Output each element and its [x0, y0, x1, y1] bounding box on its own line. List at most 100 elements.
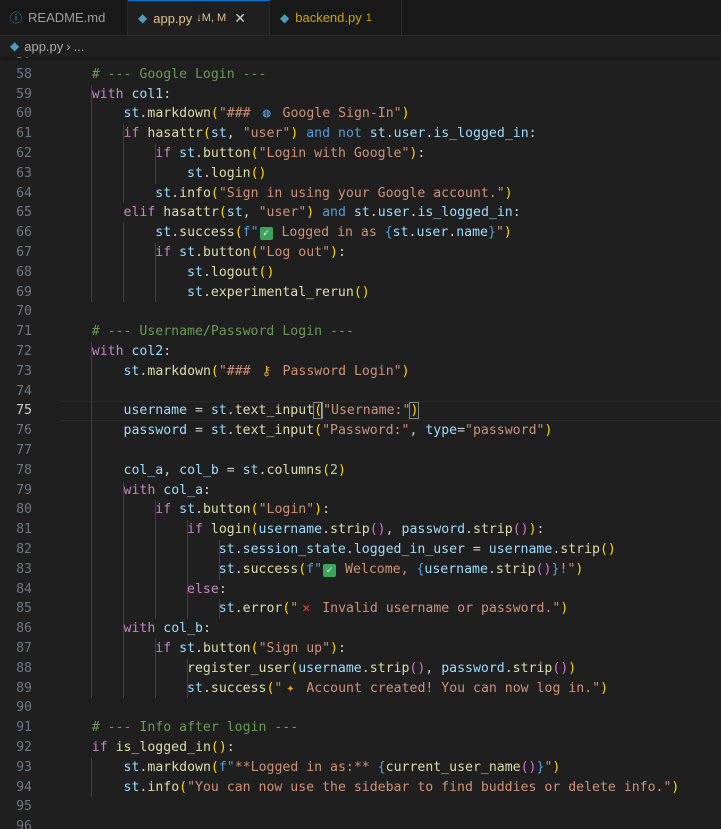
code-token: ) [330, 245, 338, 260]
code-token: . [195, 146, 203, 161]
code-token: hasattr [163, 205, 219, 221]
line-number: 90 [16, 700, 32, 716]
code-line[interactable]: 90 [0, 698, 721, 718]
code-token: "Username:" [323, 403, 411, 419]
code-line[interactable]: 81 if login(username.strip(), password.s… [0, 520, 721, 540]
code-token: button [202, 146, 251, 161]
code-token: { [384, 225, 393, 241]
code-line[interactable]: 75 username = st.text_input("Username:") [0, 401, 721, 422]
code-line[interactable]: 85 st.error(" ✕ Invalid username or passw… [0, 599, 721, 619]
line-code: username = st.text_input("Username:") [60, 401, 420, 421]
code-line[interactable]: 71 # --- Username/Password Login --- [0, 322, 721, 342]
code-line[interactable]: 82 st.session_state.logged_in_user = use… [0, 540, 721, 560]
check-emoji: ✓ [323, 563, 337, 577]
code-line[interactable]: 78 col_a, col_b = st.columns(2) [0, 461, 721, 481]
code-token: register_user [187, 660, 291, 676]
code-token: st [218, 542, 235, 557]
code-line[interactable]: 63 st.login() [0, 164, 721, 184]
code-line[interactable]: 86 with col_b: [0, 619, 721, 639]
code-line[interactable]: 62 if st.button("Login with Google"): [0, 144, 721, 164]
code-line[interactable]: 76 password = st.text_input("Password:",… [0, 421, 721, 441]
code-line[interactable]: 65 elif hasattr(st, "user") and st.user.… [0, 203, 721, 223]
code-line[interactable]: 83 st.success(f" ✓ Welcome, {username.str… [0, 560, 721, 580]
code-token: login [210, 522, 251, 538]
line-code: elif hasattr(st, "user") and st.user.is_… [60, 203, 521, 223]
line-number: 77 [16, 443, 32, 458]
code-line[interactable]: 80 if st.button("Login"): [0, 500, 721, 520]
code-token: # --- Username/Password Login --- [91, 324, 354, 340]
code-line[interactable]: 88 register_user(username.strip(), passw… [0, 659, 721, 679]
code-line[interactable]: 93 st.markdown(f"**Logged in as:** {curr… [0, 758, 721, 778]
code-line[interactable]: 91 # --- Info after login --- [0, 718, 721, 738]
code-token: () [409, 660, 426, 676]
code-line[interactable]: 89 st.success(" ✦ Account created! You ca… [0, 679, 721, 699]
breadcrumb-file[interactable]: app.py [24, 39, 63, 54]
code-line[interactable]: 61 if hasattr(st, "user") and not st.use… [0, 124, 721, 144]
code-token: . [202, 165, 211, 181]
code-token: st [392, 225, 409, 241]
line-number: 88 [16, 660, 32, 676]
code-token: "Sign up" [258, 641, 331, 656]
code-token: "Log out" [258, 245, 331, 260]
code-token: Google Sign-In" [274, 106, 402, 122]
code-line[interactable]: 57 [0, 57, 721, 65]
tab-backend-py[interactable]: ◆ backend.py 1 [270, 0, 402, 35]
code-line[interactable]: 74 [0, 382, 721, 402]
info-icon: ⓘ [10, 11, 23, 25]
code-token: = [187, 423, 211, 439]
indent-guide [218, 540, 220, 580]
code-line[interactable]: 73 st.markdown("### ⚷ Password Login") [0, 362, 721, 382]
code-token: login [210, 165, 251, 181]
code-line[interactable]: 95 [0, 797, 721, 817]
code-line[interactable]: 67 if st.button("Log out"): [0, 243, 721, 263]
code-line[interactable]: 70 [0, 302, 721, 322]
code-token: f" [218, 759, 235, 775]
code-token: st [179, 245, 196, 260]
code-line[interactable]: 66 st.success(f" ✓ Logged in as {st.user.… [0, 223, 721, 243]
code-token: . [369, 205, 378, 221]
python-file-icon: ◆ [280, 10, 290, 25]
code-line[interactable]: 60 st.markdown("### ◍ Google Sign-In") [0, 104, 721, 124]
code-token: if [155, 641, 172, 656]
code-token: col_b [179, 462, 219, 478]
cross-emoji: ✕ [302, 601, 311, 617]
close-icon[interactable]: ✕ [234, 10, 246, 27]
code-line[interactable]: 92 if is_logged_in(): [0, 738, 721, 758]
code-line[interactable]: 96 [0, 817, 721, 829]
breadcrumb: ◆ app.py › ... [0, 35, 721, 57]
line-number: 67 [16, 245, 32, 260]
code-token: 2 [330, 462, 338, 478]
code-token: if [155, 502, 172, 518]
tab-readme[interactable]: ⓘ README.md [0, 0, 128, 35]
breadcrumb-symbol[interactable]: ... [74, 39, 85, 54]
code-line[interactable]: 94 st.info("You can now use the sidebar … [0, 778, 721, 798]
line-number: 95 [16, 799, 32, 815]
code-line[interactable]: 64 st.info("Sign in using your Google ac… [0, 184, 721, 204]
line-number: 68 [16, 264, 32, 280]
code-token: st [353, 205, 370, 221]
code-line[interactable]: 69 st.experimental_rerun() [0, 283, 721, 303]
line-code: if st.button("Login with Google"): [60, 144, 425, 164]
code-line[interactable]: 58 # --- Google Login --- [0, 65, 721, 85]
code-token: user [416, 225, 449, 241]
code-token: password [401, 522, 466, 538]
code-editor[interactable]: 5758 # --- Google Login ---59 with col1:… [0, 57, 721, 829]
code-line[interactable]: 68 st.logout() [0, 263, 721, 283]
tab-app-py[interactable]: ◆ app.py ↓M, M ✕ [128, 0, 270, 35]
code-line[interactable]: 72 with col2: [0, 342, 721, 362]
code-line[interactable]: 79 with col_a: [0, 481, 721, 501]
code-line[interactable]: 59 with col1: [0, 85, 721, 105]
code-token: , [385, 522, 402, 538]
code-line[interactable]: 77 [0, 441, 721, 461]
code-line[interactable]: 84 else: [0, 580, 721, 600]
line-number: 92 [16, 740, 32, 755]
code-token: session_state [242, 542, 346, 557]
code-token: and [322, 205, 346, 221]
code-line[interactable]: 87 if st.button("Sign up"): [0, 639, 721, 659]
line-code: if st.button("Log out"): [60, 243, 346, 263]
